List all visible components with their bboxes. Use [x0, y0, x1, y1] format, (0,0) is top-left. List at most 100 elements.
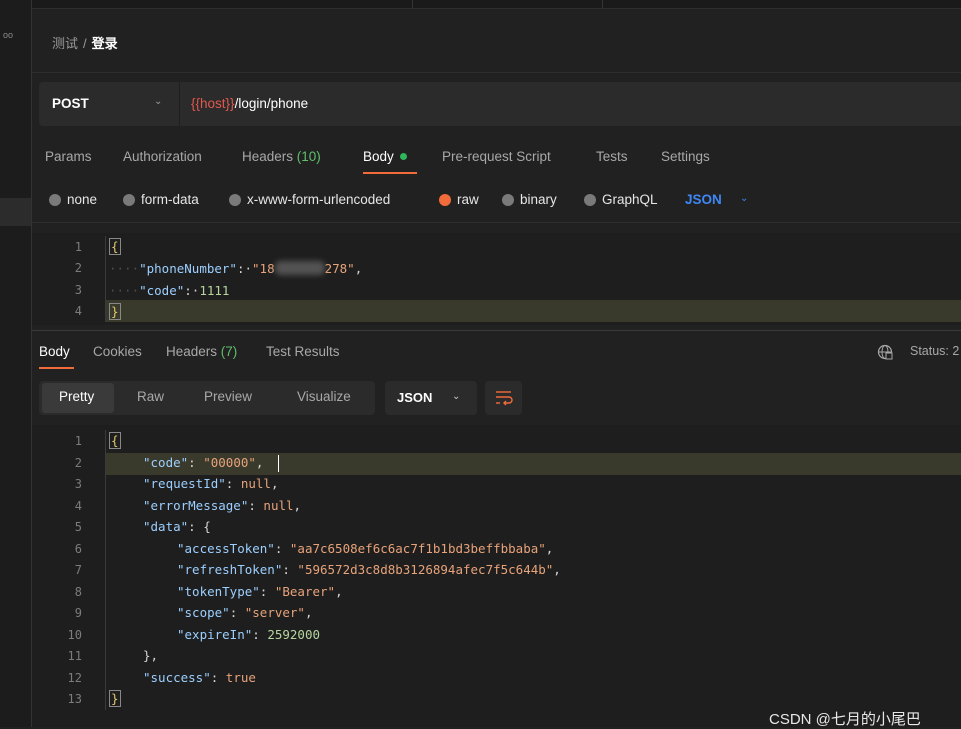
json-string: 278" [324, 261, 355, 276]
line-number: 6 [74, 542, 82, 556]
tab-body[interactable]: Body [363, 149, 407, 164]
code-line: ····"phoneNumber":·"18 278", [109, 261, 363, 276]
view-pretty-button[interactable]: Pretty [59, 389, 94, 404]
view-raw-button[interactable]: Raw [137, 389, 164, 404]
response-status: Status: 2 [910, 344, 960, 358]
resp-tab-headers-label: Headers [166, 344, 218, 359]
json-string: "00000" [203, 455, 256, 470]
json-key: "phoneNumber" [139, 261, 237, 276]
line-number: 8 [74, 585, 82, 599]
breadcrumb: 测试 / 登录 [52, 33, 118, 52]
line-number: 2 [74, 261, 82, 275]
json-key: "data" [143, 519, 189, 534]
gutter-line [105, 430, 106, 710]
code-line: "success": true [143, 670, 256, 685]
brace-open: { [109, 238, 121, 255]
code-line: "scope": "server", [177, 605, 313, 620]
rail-active-item[interactable] [0, 198, 31, 226]
radio-form-data[interactable]: form-data [123, 192, 199, 207]
radio-raw[interactable]: raw [439, 192, 479, 207]
chevron-down-icon[interactable]: ⌄ [740, 193, 748, 204]
line-number: 3 [74, 477, 82, 491]
globe-icon[interactable] [877, 344, 893, 360]
json-key: "errorMessage" [143, 498, 249, 513]
radio-icon [502, 193, 514, 206]
line-number: 11 [67, 649, 82, 663]
line-number: 12 [67, 671, 82, 685]
json-key: "requestId" [143, 476, 226, 491]
json-string: "aa7c6508ef6c6ac7f1b1bd3beffbbaba" [289, 541, 546, 556]
json-string: "596572d3c8d8b3126894afec7f5c644b" [297, 562, 554, 577]
open-tab[interactable] [32, 0, 413, 8]
gutter-line [105, 236, 106, 322]
resp-tab-body[interactable]: Body [39, 344, 70, 359]
tab-headers[interactable]: Headers (10) [242, 149, 321, 164]
code-line: { [109, 432, 121, 449]
url-path: /login/phone [234, 96, 309, 111]
method-label[interactable]: POST [52, 96, 89, 111]
current-line-highlight [105, 300, 961, 322]
tab-pre-request-script[interactable]: Pre-request Script [442, 149, 551, 164]
brace-close: } [109, 303, 121, 320]
resp-tab-headers-count: (7) [220, 344, 238, 359]
breadcrumb-parent[interactable]: 测试 [52, 36, 78, 51]
json-string: "server" [244, 605, 305, 620]
wrap-lines-button[interactable] [485, 381, 522, 415]
code-line: }, [143, 648, 159, 663]
view-visualize-button[interactable]: Visualize [297, 389, 351, 404]
tab-authorization[interactable]: Authorization [123, 149, 202, 164]
line-number: 1 [74, 434, 82, 448]
radio-icon [584, 193, 596, 206]
active-tab-underline [363, 172, 417, 174]
redacted-blur [274, 261, 325, 275]
radio-graphql[interactable]: GraphQL [584, 192, 658, 207]
radio-label: GraphQL [602, 192, 658, 207]
active-tab-underline [39, 367, 74, 369]
url-input[interactable]: {{host}}/login/phone [191, 96, 308, 111]
line-number: 4 [74, 499, 82, 513]
chevron-down-icon[interactable]: ⌄ [154, 96, 162, 107]
body-indicator-dot [399, 153, 407, 160]
code-line: "tokenType": "Bearer", [177, 584, 343, 599]
tab-headers-count: (10) [296, 149, 321, 164]
resp-tab-cookies[interactable]: Cookies [93, 344, 142, 359]
radio-icon [229, 193, 241, 206]
radio-icon [49, 193, 61, 206]
code-line: "requestId": null, [143, 476, 279, 491]
json-number: 2592000 [267, 627, 321, 642]
radio-label: raw [457, 192, 479, 207]
wrap-lines-icon [496, 391, 513, 406]
body-format-select[interactable]: JSON [685, 192, 722, 207]
json-number: 1111 [199, 283, 230, 298]
radio-none[interactable]: none [49, 192, 97, 207]
code-line: } [109, 303, 121, 320]
more-dots-icon[interactable]: oo [3, 30, 13, 40]
code-line: "code": "00000", [143, 455, 264, 470]
line-number: 9 [74, 606, 82, 620]
json-key: "refreshToken" [177, 562, 283, 577]
tab-settings[interactable]: Settings [661, 149, 710, 164]
radio-urlencoded[interactable]: x-www-form-urlencoded [229, 192, 390, 207]
json-key: "expireIn" [177, 627, 253, 642]
radio-selected-icon [439, 193, 451, 206]
line-number: 1 [74, 240, 82, 254]
resp-tab-test-results[interactable]: Test Results [266, 344, 340, 359]
open-tab[interactable] [412, 0, 603, 8]
divider [32, 72, 961, 73]
line-number: 7 [74, 563, 82, 577]
left-rail [0, 0, 32, 727]
json-null: null [263, 498, 294, 513]
code-line: } [109, 690, 121, 707]
pane-divider[interactable] [32, 330, 961, 331]
tab-tests[interactable]: Tests [596, 149, 628, 164]
json-key: "success" [143, 670, 211, 685]
view-preview-button[interactable]: Preview [204, 389, 252, 404]
tab-params[interactable]: Params [45, 149, 92, 164]
json-key: "code" [143, 455, 189, 470]
resp-tab-headers[interactable]: Headers (7) [166, 344, 237, 359]
line-number: 3 [74, 283, 82, 297]
radio-binary[interactable]: binary [502, 192, 557, 207]
line-number: 5 [74, 520, 82, 534]
radio-label: none [67, 192, 98, 207]
breadcrumb-current[interactable]: 登录 [92, 36, 118, 51]
